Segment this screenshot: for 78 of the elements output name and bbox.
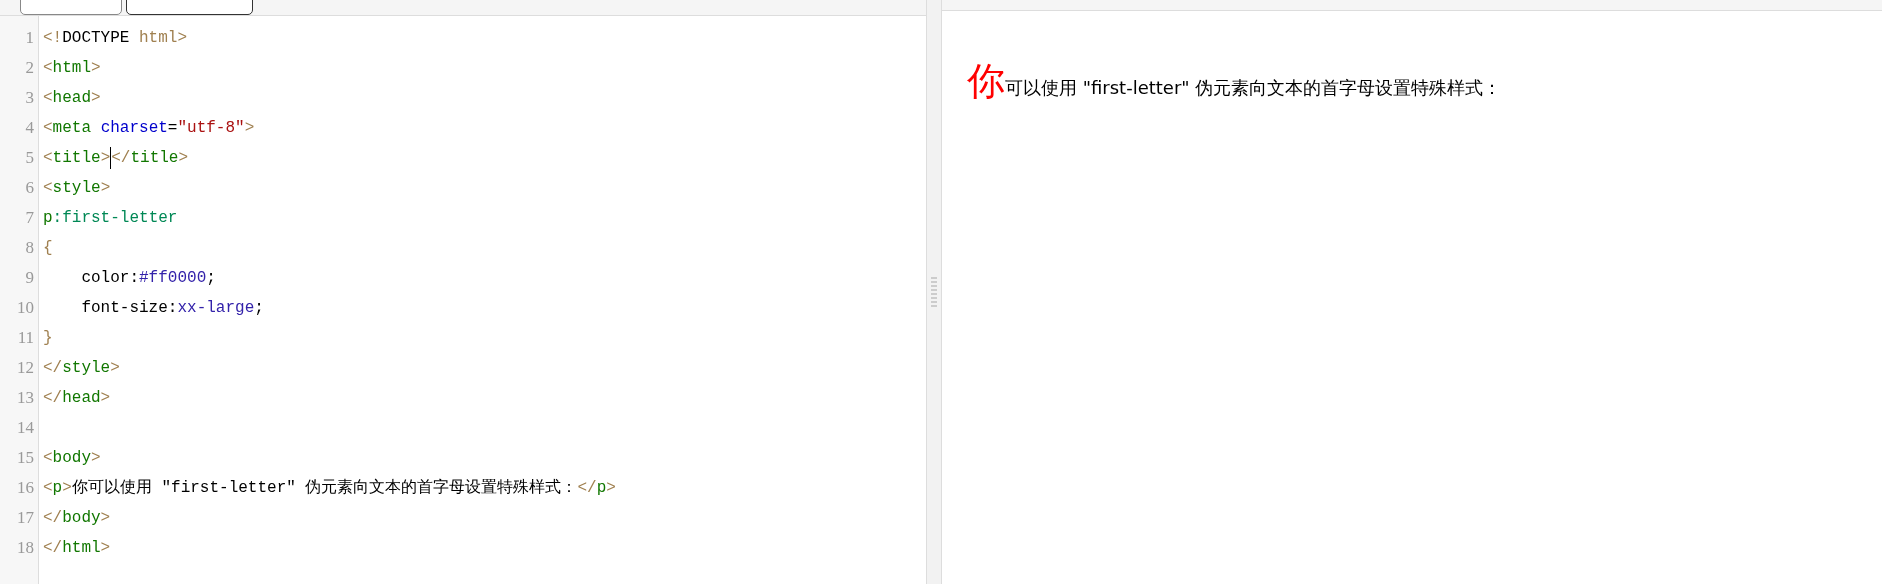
code-token: > bbox=[91, 448, 101, 469]
code-token: < bbox=[43, 178, 53, 199]
code-token: ; bbox=[254, 298, 264, 319]
code-token: > bbox=[100, 178, 111, 199]
line-number: 5 bbox=[24, 147, 35, 169]
code-token: font-size: bbox=[80, 298, 178, 319]
code-token: head bbox=[62, 388, 101, 409]
code-token: title bbox=[130, 148, 179, 169]
line-number: 1 bbox=[24, 27, 35, 49]
code-token: > bbox=[100, 388, 111, 409]
code-token: > bbox=[606, 478, 616, 499]
code-token: title bbox=[52, 148, 101, 169]
line-number: 18 bbox=[16, 537, 35, 559]
line-number: 12 bbox=[16, 357, 35, 379]
code-token: ; bbox=[206, 268, 216, 289]
code-token: </ bbox=[43, 508, 63, 529]
code-token: "utf-8" bbox=[177, 118, 245, 139]
code-token: </ bbox=[43, 358, 63, 379]
line-number: 14 bbox=[16, 417, 35, 439]
code-token: > bbox=[100, 538, 111, 559]
code-token: = bbox=[167, 118, 178, 139]
line-number: 15 bbox=[16, 447, 35, 469]
code-token: > bbox=[91, 58, 101, 79]
code-token: < bbox=[43, 88, 53, 109]
code-token: > bbox=[110, 358, 120, 379]
code-token: body bbox=[62, 508, 101, 529]
line-number: 4 bbox=[24, 117, 35, 139]
code-token: > bbox=[100, 508, 111, 529]
preview-paragraph: 你可以使用 "first-letter" 伪元素向文本的首字母设置特殊样式： bbox=[967, 58, 1503, 105]
code-token: > bbox=[178, 148, 189, 169]
code-token: head bbox=[52, 88, 91, 109]
line-number: 17 bbox=[16, 507, 35, 529]
code-token: <! bbox=[43, 28, 63, 49]
code-token: DOCTYPE bbox=[62, 28, 131, 49]
line-number: 8 bbox=[24, 237, 35, 259]
code-token: style bbox=[52, 178, 101, 199]
code-token: </ bbox=[111, 148, 131, 169]
code-token: color: bbox=[80, 268, 139, 289]
text-cursor bbox=[110, 147, 112, 169]
code-token: html bbox=[62, 538, 101, 559]
code-token: </ bbox=[577, 478, 597, 499]
code-token: > bbox=[91, 88, 101, 109]
code-token: charset bbox=[100, 118, 168, 139]
code-token: p bbox=[596, 478, 607, 499]
code-token: meta bbox=[52, 118, 92, 139]
line-number: 13 bbox=[16, 387, 35, 409]
line-number: 7 bbox=[24, 207, 35, 229]
line-number: 3 bbox=[24, 87, 35, 109]
code-token: < bbox=[43, 478, 53, 499]
line-number: 10 bbox=[16, 297, 35, 319]
code-token: > bbox=[244, 118, 255, 139]
line-number: 6 bbox=[24, 177, 35, 199]
code-token: html bbox=[52, 58, 91, 79]
code-token: < bbox=[43, 448, 53, 469]
code-token: :first-letter bbox=[52, 208, 178, 229]
code-token: > bbox=[62, 478, 72, 499]
line-number: 16 bbox=[16, 477, 35, 499]
code-token: p bbox=[52, 478, 63, 499]
code-token: } bbox=[43, 328, 53, 349]
code-token: < bbox=[43, 58, 53, 79]
code-token: html> bbox=[139, 28, 188, 49]
line-number: 11 bbox=[16, 327, 35, 349]
code-token: p bbox=[43, 208, 53, 229]
code-token: 你可以使用 "first-letter" 伪元素向文本的首字母设置特殊样式： bbox=[71, 477, 578, 499]
line-number: 2 bbox=[24, 57, 35, 79]
code-token: </ bbox=[43, 538, 63, 559]
code-token: > bbox=[100, 148, 111, 169]
code-token: #ff0000 bbox=[139, 268, 207, 289]
code-token: </ bbox=[43, 388, 63, 409]
toolbar-button[interactable] bbox=[126, 0, 253, 15]
code-token: xx-large bbox=[177, 298, 255, 319]
code-token: style bbox=[62, 358, 111, 379]
code-token: { bbox=[43, 238, 53, 259]
grip-icon bbox=[931, 277, 937, 307]
code-token: < bbox=[43, 148, 53, 169]
line-number: 9 bbox=[24, 267, 35, 289]
code-token: < bbox=[43, 118, 53, 139]
code-token: body bbox=[52, 448, 91, 469]
